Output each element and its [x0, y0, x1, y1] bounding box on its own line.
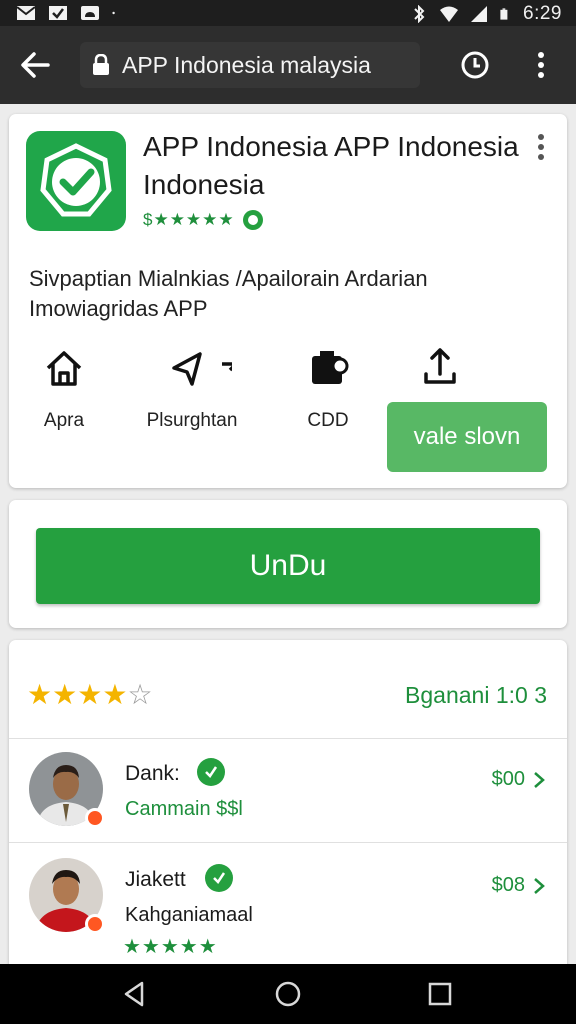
bluetooth-icon	[414, 5, 425, 23]
mail-icon	[16, 6, 36, 20]
shield-check-icon	[40, 143, 112, 217]
more-options-button[interactable]	[524, 48, 558, 82]
status-badge	[85, 808, 105, 828]
wifi-icon	[440, 6, 459, 22]
reviewer-name: Jiakett	[125, 868, 186, 891]
star-icon: ★	[77, 679, 103, 710]
review-item[interactable]: Dank: Cammain $$l $00	[9, 744, 567, 844]
feature-label: Plsurghtan	[146, 410, 238, 431]
url-text: APP Indonesia malaysia	[122, 51, 371, 78]
divider	[9, 738, 567, 739]
feature-wallet[interactable]: CDD	[273, 346, 383, 432]
feature-upload[interactable]	[385, 344, 495, 408]
back-arrow-icon[interactable]	[18, 48, 52, 82]
install-card: UnDu	[9, 500, 567, 628]
browser-toolbar: APP Indonesia malaysia	[0, 26, 576, 104]
verified-icon	[197, 758, 225, 786]
summary-stars: ★★★★☆	[27, 678, 153, 711]
install-button[interactable]: UnDu	[36, 528, 540, 604]
feature-label: CDD	[307, 410, 349, 431]
nav-back-icon[interactable]	[120, 980, 148, 1008]
chevron-right-icon	[534, 877, 545, 894]
send-icon	[172, 352, 232, 386]
upload-icon	[424, 348, 456, 384]
dot-icon	[112, 11, 115, 15]
reviews-card: ★★★★☆ Bganani 1:0 3 Dank: Cammain $$l $0…	[9, 640, 567, 980]
review-price[interactable]: $00	[492, 768, 545, 791]
reviewer-name: Dank:	[125, 762, 180, 785]
secondary-action-button[interactable]: vale slovn	[387, 402, 547, 472]
status-badge	[85, 914, 105, 934]
battery-icon	[500, 8, 508, 20]
star-icon: ★	[27, 679, 53, 710]
check-icon	[49, 6, 67, 20]
reviewer-subtitle: Cammain $$l	[125, 798, 243, 820]
review-item[interactable]: Jiakett Kahganiamaal ★★★★★ $08	[9, 850, 567, 958]
feature-home[interactable]: Apra	[9, 346, 119, 432]
feature-send[interactable]: Plsurghtan	[127, 346, 257, 432]
app-title: APP Indonesia APP Indonesia Indonesia	[143, 131, 519, 200]
star-icon: ★	[52, 679, 78, 710]
more-vert-icon	[538, 52, 544, 78]
price-text: $08	[491, 874, 525, 896]
verified-icon	[205, 864, 233, 892]
rating-stars: $★★★★★	[143, 210, 235, 229]
cloud-icon	[81, 6, 99, 20]
app-info-card: APP Indonesia APP Indonesia Indonesia $★…	[9, 114, 567, 488]
more-vert-icon[interactable]	[529, 132, 553, 162]
chevron-right-icon	[534, 771, 545, 788]
app-rating: $★★★★★	[143, 208, 265, 232]
app-logo	[26, 131, 126, 231]
system-icons: 6:29	[409, 3, 562, 25]
app-description: Sivpaptian Mialnkias /Apailorain Ardaria…	[29, 266, 428, 321]
home-icon	[46, 351, 82, 386]
status-bar: 6:29	[0, 0, 576, 26]
wallet-icon	[312, 351, 349, 384]
lock-icon	[93, 54, 109, 75]
verified-icon	[242, 210, 263, 230]
star-outline-icon: ☆	[127, 679, 153, 710]
notification-icons	[16, 4, 120, 22]
status-time: 6:29	[523, 3, 562, 24]
divider	[9, 842, 567, 843]
review-price[interactable]: $08	[492, 874, 545, 897]
reviewer-stars: ★★★★★	[123, 936, 218, 958]
star-icon: ★	[102, 679, 128, 710]
system-nav-bar	[0, 964, 576, 1024]
price-text: $00	[491, 768, 525, 790]
nav-recent-icon[interactable]	[426, 980, 454, 1008]
clock-icon	[461, 51, 489, 79]
review-summary: ★★★★☆ Bganani 1:0 3	[27, 678, 547, 718]
feature-label: Apra	[43, 410, 85, 431]
url-bar[interactable]: APP Indonesia malaysia	[80, 42, 420, 88]
nav-home-icon[interactable]	[274, 980, 302, 1008]
signal-icon	[471, 6, 488, 22]
reviewer-subtitle: Kahganiamaal	[125, 904, 253, 926]
summary-text[interactable]: Bganani 1:0 3	[405, 682, 547, 709]
clock-button[interactable]	[458, 48, 492, 82]
